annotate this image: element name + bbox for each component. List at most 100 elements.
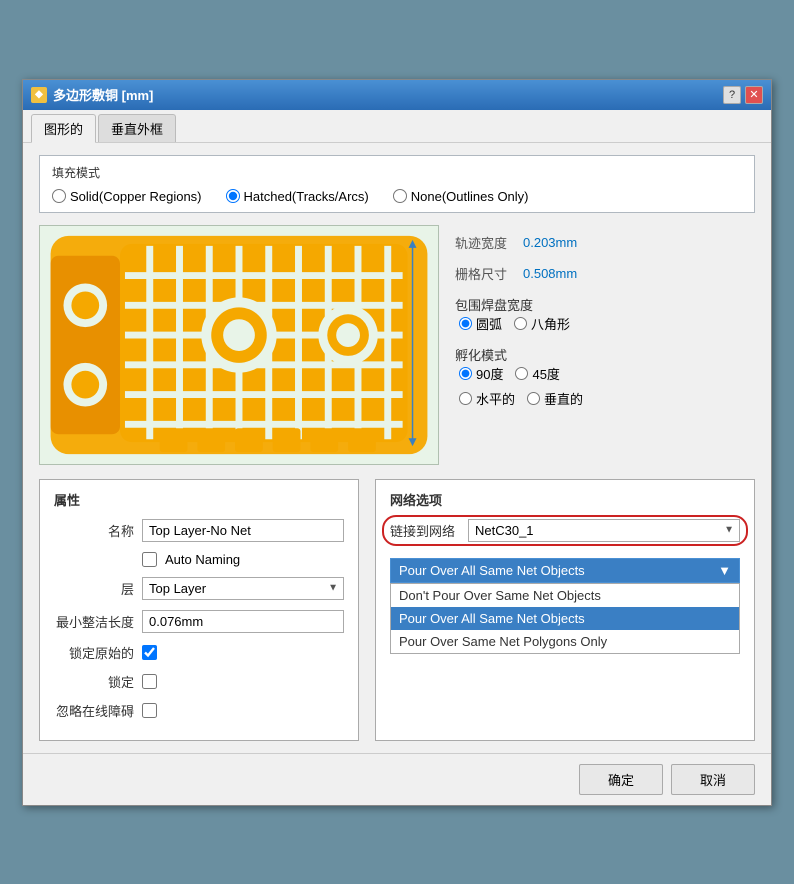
lock-checkbox[interactable] bbox=[142, 674, 157, 689]
hatch-group: 孵化模式 90度 45度 bbox=[455, 345, 755, 408]
fill-hatched-option[interactable]: Hatched(Tracks/Arcs) bbox=[226, 189, 369, 204]
copper-preview bbox=[39, 225, 439, 465]
hatch-horizontal-option[interactable]: 水平的 bbox=[459, 389, 515, 408]
hatch-90-label: 90度 bbox=[476, 364, 503, 383]
close-button[interactable]: ✕ bbox=[745, 86, 763, 104]
hatch-row1: 90度 45度 bbox=[455, 364, 755, 383]
cancel-button[interactable]: 取消 bbox=[671, 764, 755, 795]
lock-label: 锁定 bbox=[54, 672, 134, 691]
tab-graphics[interactable]: 图形的 bbox=[31, 114, 96, 143]
surround-options: 圆弧 八角形 bbox=[455, 314, 755, 333]
pour-selected-label: Pour Over All Same Net Objects bbox=[399, 563, 585, 578]
fill-hatched-label: Hatched(Tracks/Arcs) bbox=[244, 189, 369, 204]
surround-arc-option[interactable]: 圆弧 bbox=[459, 314, 502, 333]
tabs-bar: 图形的 垂直外框 bbox=[23, 110, 771, 143]
lock-origin-label: 锁定原始的 bbox=[54, 643, 134, 662]
fill-solid-label: Solid(Copper Regions) bbox=[70, 189, 202, 204]
title-bar: ◆ 多边形敷铜 [mm] ? ✕ bbox=[23, 80, 771, 110]
grid-size-label: 栅格尺寸 bbox=[455, 264, 515, 283]
hatch-45-option[interactable]: 45度 bbox=[515, 364, 559, 383]
ignore-row: 忽略在线障碍 bbox=[54, 701, 344, 720]
min-length-row: 最小整洁长度 bbox=[54, 610, 344, 633]
min-length-label: 最小整洁长度 bbox=[54, 612, 134, 631]
net-select-wrapper: NetC30_1 ▼ bbox=[468, 519, 740, 542]
tab-vertical-frame[interactable]: 垂直外框 bbox=[98, 114, 176, 142]
layer-select[interactable]: Top Layer bbox=[142, 577, 344, 600]
main-content: 填充模式 Solid(Copper Regions) Hatched(Track… bbox=[23, 143, 771, 753]
lock-origin-checkbox[interactable] bbox=[142, 645, 157, 660]
track-width-label: 轨迹宽度 bbox=[455, 233, 515, 252]
fill-solid-radio[interactable] bbox=[52, 189, 66, 203]
surround-label-row: 包围焊盘宽度 bbox=[455, 295, 755, 314]
pour-dropdown-arrow: ▼ bbox=[718, 563, 731, 578]
lock-row: 锁定 bbox=[54, 672, 344, 691]
auto-naming-row: Auto Naming bbox=[142, 552, 344, 567]
surround-arc-radio[interactable] bbox=[459, 317, 472, 330]
fill-solid-option[interactable]: Solid(Copper Regions) bbox=[52, 189, 202, 204]
hatch-horizontal-radio[interactable] bbox=[459, 392, 472, 405]
hatch-vertical-label: 垂直的 bbox=[544, 389, 583, 408]
track-width-value: 0.203mm bbox=[523, 235, 577, 250]
confirm-button[interactable]: 确定 bbox=[579, 764, 663, 795]
network-box: 网络选项 链接到网络 NetC30_1 ▼ bbox=[375, 479, 755, 741]
pour-dropdown-list: Don't Pour Over Same Net Objects Pour Ov… bbox=[390, 583, 740, 654]
fill-mode-title: 填充模式 bbox=[52, 164, 742, 181]
copper-svg bbox=[40, 226, 438, 464]
pour-dropdown-section: Pour Over All Same Net Objects ▼ Don't P… bbox=[390, 558, 740, 654]
net-select[interactable]: NetC30_1 bbox=[468, 519, 740, 542]
fill-hatched-radio[interactable] bbox=[226, 189, 240, 203]
help-button[interactable]: ? bbox=[723, 86, 741, 104]
surround-octagon-radio[interactable] bbox=[514, 317, 527, 330]
surround-octagon-label: 八角形 bbox=[531, 314, 570, 333]
footer: 确定 取消 bbox=[23, 753, 771, 805]
surround-octagon-option[interactable]: 八角形 bbox=[514, 314, 570, 333]
hatch-row2: 水平的 垂直的 bbox=[455, 389, 755, 408]
net-link-wrapper: 链接到网络 NetC30_1 ▼ bbox=[390, 519, 740, 542]
lock-origin-row: 锁定原始的 bbox=[54, 643, 344, 662]
ignore-checkbox[interactable] bbox=[142, 703, 157, 718]
hatch-45-radio[interactable] bbox=[515, 367, 528, 380]
hatch-label-row: 孵化模式 bbox=[455, 345, 755, 364]
min-length-input[interactable] bbox=[142, 610, 344, 633]
right-params: 轨迹宽度 0.203mm 栅格尺寸 0.508mm 包围焊盘宽度 圆弧 bbox=[455, 225, 755, 465]
properties-title: 属性 bbox=[54, 490, 344, 509]
layer-row: 层 Top Layer ▼ bbox=[54, 577, 344, 600]
name-row: 名称 bbox=[54, 519, 344, 542]
grid-size-value: 0.508mm bbox=[523, 266, 577, 281]
hatch-90-option[interactable]: 90度 bbox=[459, 364, 503, 383]
title-controls: ? ✕ bbox=[723, 86, 763, 104]
fill-none-option[interactable]: None(Outlines Only) bbox=[393, 189, 529, 204]
layer-select-wrapper: Top Layer ▼ bbox=[142, 577, 344, 600]
pour-option-dont[interactable]: Don't Pour Over Same Net Objects bbox=[391, 584, 739, 607]
network-title: 网络选项 bbox=[390, 490, 740, 509]
properties-box: 属性 名称 Auto Naming 层 Top Layer ▼ bbox=[39, 479, 359, 741]
hatch-90-radio[interactable] bbox=[459, 367, 472, 380]
grid-size-row: 栅格尺寸 0.508mm bbox=[455, 264, 755, 283]
ignore-label: 忽略在线障碍 bbox=[54, 701, 134, 720]
hatch-vertical-radio[interactable] bbox=[527, 392, 540, 405]
track-width-row: 轨迹宽度 0.203mm bbox=[455, 233, 755, 252]
pour-dropdown-main[interactable]: Pour Over All Same Net Objects ▼ bbox=[390, 558, 740, 583]
window-title: 多边形敷铜 [mm] bbox=[53, 85, 153, 104]
fill-none-radio[interactable] bbox=[393, 189, 407, 203]
pour-option-polygons[interactable]: Pour Over Same Net Polygons Only bbox=[391, 630, 739, 653]
name-label: 名称 bbox=[54, 521, 134, 540]
net-link-label: 链接到网络 bbox=[390, 521, 460, 540]
surround-label: 包围焊盘宽度 bbox=[455, 295, 533, 314]
hatch-vertical-option[interactable]: 垂直的 bbox=[527, 389, 583, 408]
main-window: ◆ 多边形敷铜 [mm] ? ✕ 图形的 垂直外框 填充模式 Solid(Cop… bbox=[22, 79, 772, 806]
fill-none-label: None(Outlines Only) bbox=[411, 189, 529, 204]
bottom-section: 属性 名称 Auto Naming 层 Top Layer ▼ bbox=[39, 479, 755, 741]
name-input[interactable] bbox=[142, 519, 344, 542]
pour-option-all[interactable]: Pour Over All Same Net Objects bbox=[391, 607, 739, 630]
fill-mode-group: 填充模式 Solid(Copper Regions) Hatched(Track… bbox=[39, 155, 755, 213]
title-bar-left: ◆ 多边形敷铜 [mm] bbox=[31, 85, 153, 104]
net-link-row: 链接到网络 NetC30_1 ▼ bbox=[390, 519, 740, 542]
hatch-horizontal-label: 水平的 bbox=[476, 389, 515, 408]
layer-label: 层 bbox=[54, 579, 134, 598]
hatch-45-label: 45度 bbox=[532, 364, 559, 383]
auto-naming-checkbox[interactable] bbox=[142, 552, 157, 567]
fill-mode-options: Solid(Copper Regions) Hatched(Tracks/Arc… bbox=[52, 189, 742, 204]
window-icon: ◆ bbox=[31, 87, 47, 103]
auto-naming-label: Auto Naming bbox=[165, 552, 240, 567]
